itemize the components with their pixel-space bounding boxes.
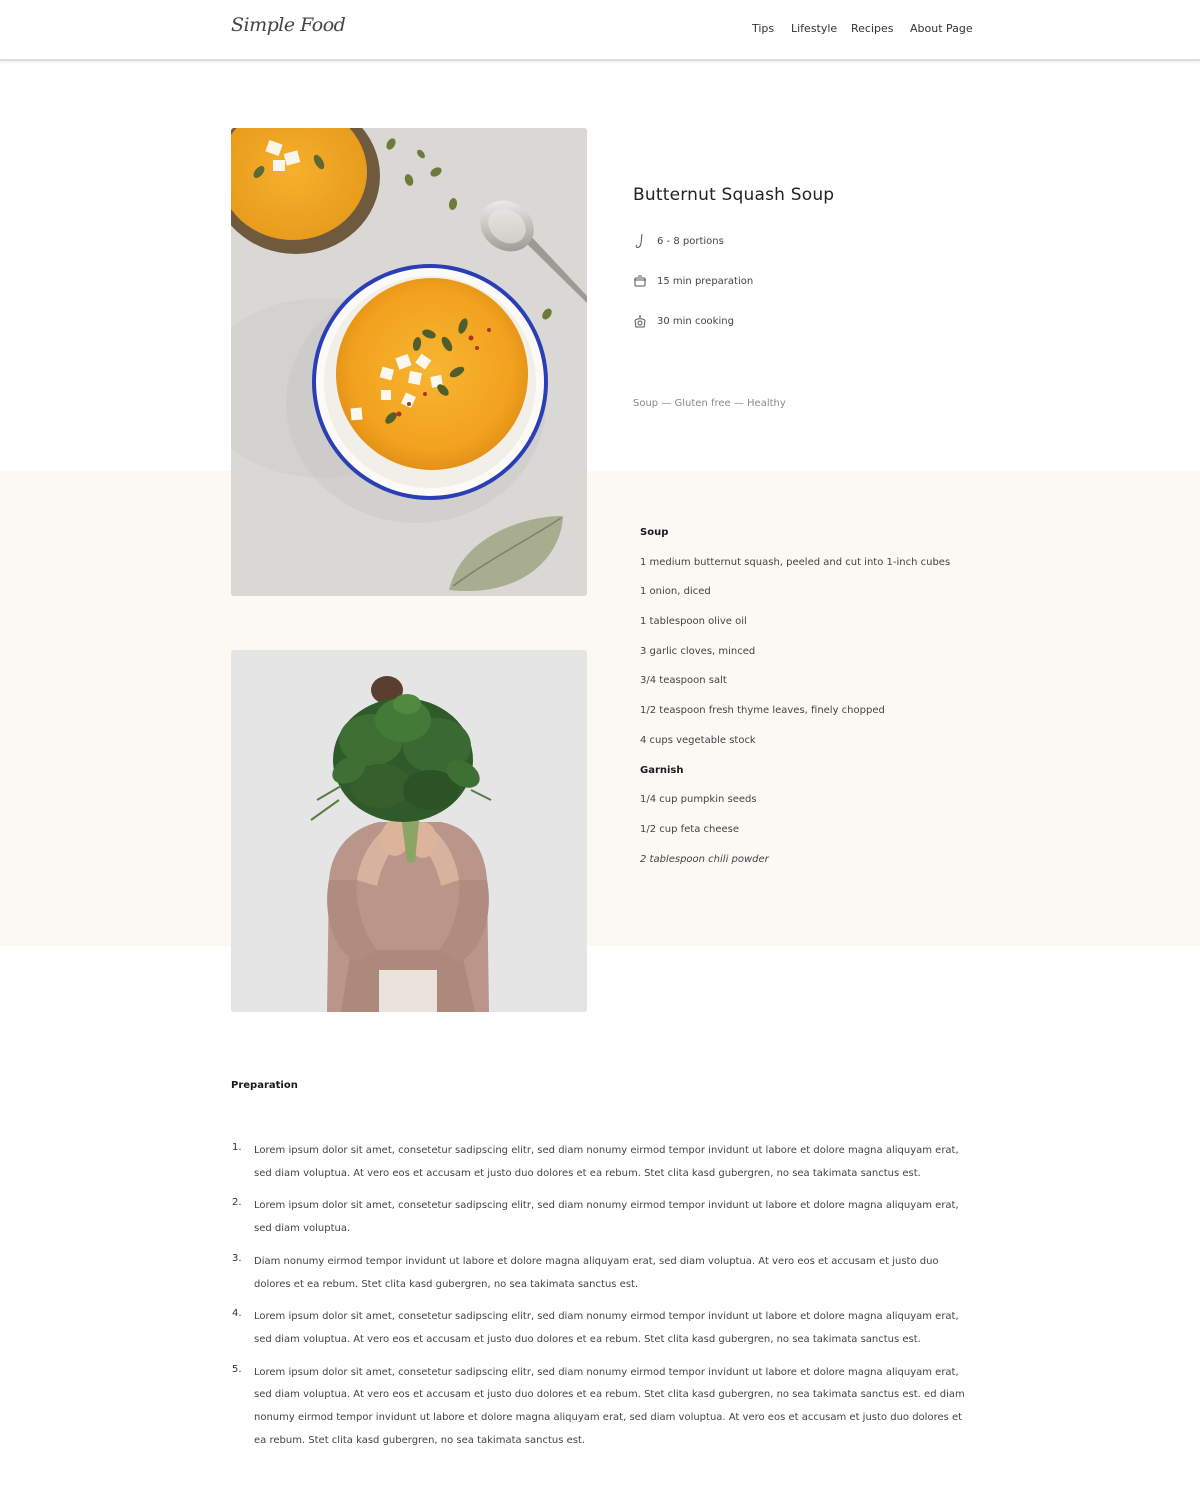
- meta-portions-text: 6 - 8 portions: [657, 235, 724, 247]
- kettle-icon: [633, 313, 647, 329]
- ingredient-item: 4 cups vegetable stock: [640, 734, 756, 746]
- step-text: Diam nonumy eirmod tempor invidunt ut la…: [254, 1255, 939, 1290]
- nav-link-lifestyle[interactable]: Lifestyle: [791, 22, 837, 35]
- step-text: Lorem ipsum dolor sit amet, consetetur s…: [254, 1200, 959, 1235]
- ingredient-item: 3/4 teaspoon salt: [640, 675, 727, 687]
- ingredients-band: [0, 471, 1200, 946]
- step-number: 1.: [232, 1142, 242, 1153]
- step-number: 5.: [232, 1363, 242, 1375]
- ingredient-item: 1 onion, diced: [640, 586, 711, 598]
- step-number: 3.: [232, 1252, 242, 1264]
- spoon-icon: [633, 233, 647, 249]
- recipe-tags[interactable]: Soup — Gluten free — Healthy: [633, 398, 786, 409]
- ingredient-item: 1 tablespoon olive oil: [640, 616, 747, 628]
- recipe-title: Butternut Squash Soup: [633, 185, 835, 205]
- nav-link-tips[interactable]: Tips: [752, 22, 774, 35]
- ingredients-soup-heading: Soup: [640, 527, 669, 538]
- step-number: 4.: [232, 1308, 242, 1320]
- meta-cooking-text: 30 min cooking: [657, 315, 734, 327]
- site-header: Simple Food Tips Lifestyle Recipes About…: [0, 0, 1200, 61]
- meta-preparation: 15 min preparation: [633, 272, 753, 290]
- preparation-step: 3. Diam nonumy eirmod tempor invidunt ut…: [231, 1249, 971, 1295]
- nav-link-recipes[interactable]: Recipes: [851, 22, 894, 35]
- preparation-step: 1. Lorem ipsum dolor sit amet, consetetu…: [231, 1138, 971, 1184]
- ingredients-list: Soup 1 medium butternut squash, peeled a…: [640, 527, 970, 883]
- ingredient-item: 1/2 cup feta cheese: [640, 823, 740, 835]
- preparation-step: 5. Lorem ipsum dolor sit amet, consetetu…: [231, 1360, 971, 1451]
- ingredient-item: 1/2 teaspoon fresh thyme leaves, finely …: [640, 705, 885, 717]
- meta-portions: 6 - 8 portions: [633, 232, 724, 250]
- ingredient-item: 2 tablespoon chili powder: [640, 853, 769, 865]
- step-text: Lorem ipsum dolor sit amet, consetetur s…: [254, 1366, 965, 1446]
- greens-photo: [231, 650, 587, 1012]
- ingredient-item: 1 medium butternut squash, peeled and cu…: [640, 556, 951, 568]
- main-nav: Tips Lifestyle Recipes About Page: [0, 22, 1200, 38]
- nav-link-about[interactable]: About Page: [910, 22, 973, 35]
- ingredient-item: 1/4 cup pumpkin seeds: [640, 794, 757, 806]
- step-text: Lorem ipsum dolor sit amet, consetetur s…: [254, 1145, 959, 1179]
- step-text: Lorem ipsum dolor sit amet, consetetur s…: [254, 1311, 959, 1345]
- ingredients-garnish-heading: Garnish: [640, 764, 684, 776]
- preparation-step: 4. Lorem ipsum dolor sit amet, consetetu…: [231, 1304, 971, 1350]
- preparation-steps: 1. Lorem ipsum dolor sit amet, consetetu…: [231, 1138, 971, 1461]
- soup-photo: [231, 128, 587, 596]
- pot-icon: [633, 273, 647, 289]
- step-number: 2.: [232, 1197, 242, 1209]
- preparation-step: 2. Lorem ipsum dolor sit amet, consetetu…: [231, 1193, 971, 1239]
- ingredient-item: 3 garlic cloves, minced: [640, 645, 756, 657]
- meta-cooking: 30 min cooking: [633, 312, 734, 330]
- meta-preparation-text: 15 min preparation: [657, 275, 754, 287]
- preparation-heading: Preparation: [231, 1080, 298, 1091]
